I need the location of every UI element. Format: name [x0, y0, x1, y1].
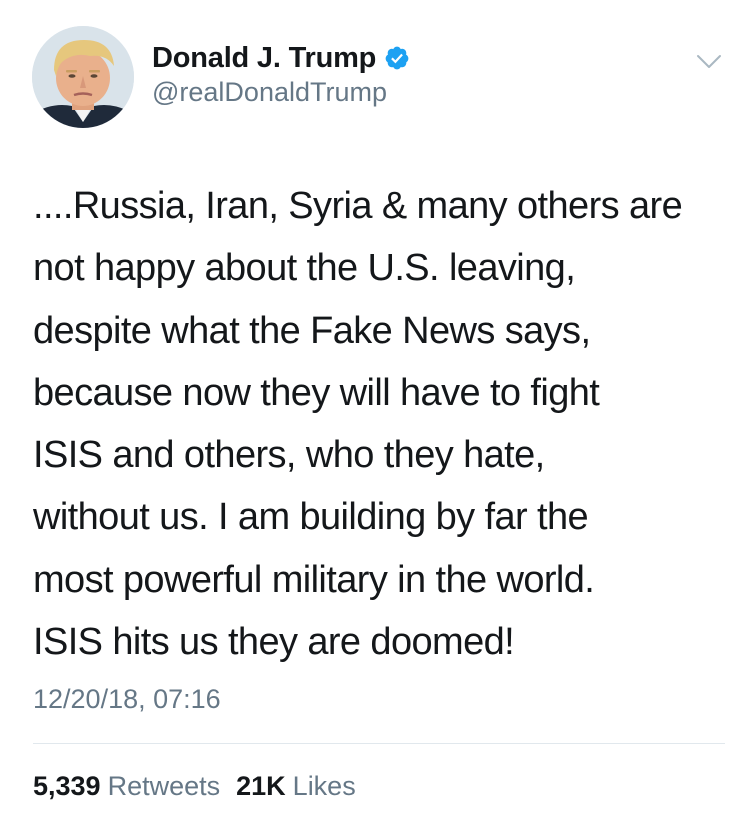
- chevron-down-icon: [697, 55, 721, 68]
- divider: [33, 743, 725, 744]
- author-display-name[interactable]: Donald J. Trump: [152, 42, 376, 75]
- tweet-card: Donald J. Trump @realDonaldTrump ....Rus…: [0, 0, 750, 816]
- tweet-text-line: without us. I am building by far the: [33, 496, 589, 539]
- tweet-text-line: ....Russia, Iran, Syria & many others ar…: [33, 185, 683, 227]
- verified-badge-icon: [384, 45, 410, 71]
- likes-count: 21K: [236, 771, 286, 801]
- tweet-stats: 5,339 Retweets 21K Likes: [33, 771, 356, 802]
- retweets-label: Retweets: [107, 771, 221, 801]
- author-name-row[interactable]: Donald J. Trump: [152, 40, 410, 76]
- retweets-stat[interactable]: 5,339 Retweets: [33, 771, 220, 802]
- tweet-text-line: not happy about the U.S. leaving,: [33, 247, 576, 290]
- tweet-timestamp[interactable]: 12/20/18, 07:16: [33, 684, 221, 715]
- author-avatar[interactable]: [32, 26, 134, 128]
- likes-label: Likes: [292, 771, 356, 801]
- retweets-count: 5,339: [33, 771, 101, 801]
- tweet-text-line: because now they will have to fight: [33, 371, 600, 414]
- tweet-text-line: despite what the Fake News says,: [33, 309, 591, 352]
- tweet-menu-button[interactable]: [693, 46, 725, 78]
- tweet-text-line: ISIS hits us they are doomed!: [33, 621, 515, 664]
- tweet-text-line: most powerful military in the world.: [33, 558, 595, 601]
- profile-photo-icon: [32, 26, 134, 128]
- tweet-text-line: ISIS and others, who they hate,: [33, 434, 545, 477]
- likes-stat[interactable]: 21K Likes: [236, 771, 356, 802]
- tweet-text: ....Russia, Iran, Syria & many others ar…: [33, 175, 733, 673]
- author-handle[interactable]: @realDonaldTrump: [152, 77, 387, 108]
